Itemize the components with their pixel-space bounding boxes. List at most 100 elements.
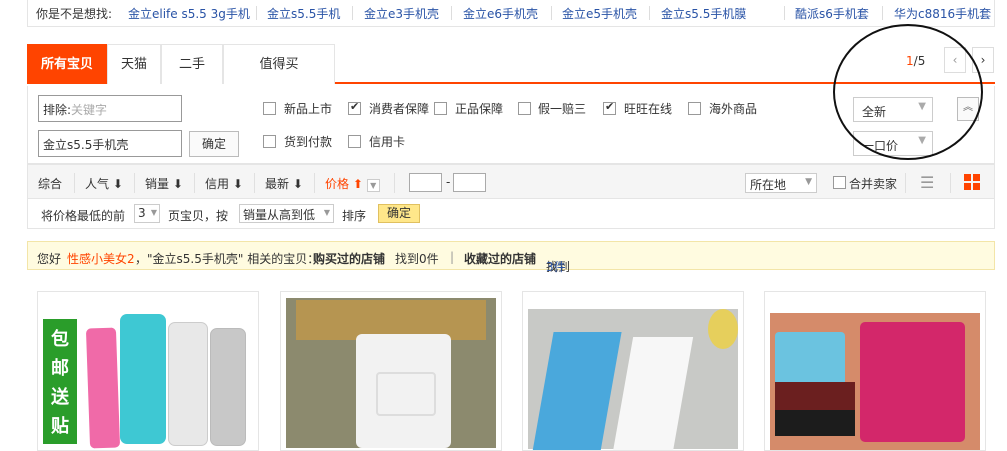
product-card[interactable] [522,291,744,451]
bought-shops-link[interactable]: 购买过的店铺 [313,250,385,267]
sort-sales-label: 销量 [145,177,170,191]
checkbox-merge-sellers[interactable] [833,176,846,189]
bought-shops-found: 找到0件 [395,252,439,266]
checkbox-label: 假一赔三 [538,102,587,116]
divider [784,6,785,20]
related-link[interactable]: 金立e3手机壳 [364,5,439,22]
checkbox-wangwang-online[interactable] [603,100,616,115]
related-link[interactable]: 华为c8816手机套 [894,5,991,22]
brown-case [775,382,855,412]
phone-case-pink [85,327,121,449]
confirm-button[interactable]: 确定 [189,131,239,157]
tab-worth-buying[interactable]: 值得买 [223,44,335,84]
sort-price-label: 价格 [325,177,350,191]
related-link[interactable]: 金立elife s5.5 3g手机 [128,5,250,22]
checkbox-label: 新品上市 [284,102,333,116]
tab-tmall[interactable]: 天猫 [107,44,161,84]
checkbox-consumer-protection[interactable] [348,100,361,115]
dropdown-arrow-icon: ▼ [323,208,330,217]
checkbox-label: 海外商品 [709,102,758,116]
location-select[interactable]: 所在地 ▼ [745,173,817,193]
sort-newest-label: 最新 [265,177,290,191]
related-link[interactable]: 金立e5手机壳 [562,5,637,22]
tab-secondhand[interactable]: 二手 [161,44,223,84]
search-query-input[interactable]: 金立s5.5手机壳 [38,130,182,157]
promo-banner: 包 邮 送 贴 [43,319,77,444]
product-card[interactable] [764,291,986,451]
price-sort-bar: 将价格最低的前 3 ▼ 页宝贝，按 销量从高到低 ▼ 排序 确定 [27,199,995,229]
dropdown-arrow-icon[interactable]: ▼ [366,179,380,192]
tab-all-items[interactable]: 所有宝贝 [27,44,107,84]
promo-char: 送 [51,387,69,408]
divider [254,173,255,193]
phone-case-gray [210,328,246,446]
page-count-value: 3 [138,206,146,220]
price-max-input[interactable] [453,173,486,192]
divider [905,173,906,193]
phone-case-white [168,322,208,446]
chevron-right-icon: › [980,53,986,67]
divider [451,6,452,20]
phone-case-teal [120,314,166,444]
checkbox-label: 货到付款 [284,135,333,149]
checkbox-cash-on-delivery[interactable] [263,135,276,148]
arrow-down-icon: ⬇ [112,177,123,191]
exclude-placeholder: 关键字 [71,103,108,117]
divider [194,173,195,193]
sort-sales[interactable]: 销量 ⬇ [145,175,183,192]
fav-shops-link[interactable]: 收藏过的店铺 [464,250,536,267]
notice-query: ，"金立s5.5手机壳" 相关的宝贝： [135,252,320,266]
dash: - [446,175,451,189]
related-link[interactable]: 金立s5.5手机 [267,5,340,22]
checkbox-label: 信用卡 [369,135,406,149]
checkbox-label: 正品保障 [455,102,504,116]
black-case [775,410,855,436]
notice-greeting: 您好 [37,252,62,266]
divider [649,6,650,20]
related-link[interactable]: 金立e6手机壳 [463,5,538,22]
sort-popularity[interactable]: 人气 ⬇ [85,175,123,192]
product-card[interactable] [280,291,502,451]
exclude-input[interactable]: 排除:关键字 [38,95,182,122]
exclude-label: 排除: [43,103,72,117]
pricebar-mid: 页宝贝，按 [168,209,229,223]
notice-username[interactable]: 性感小美女2 [67,250,135,267]
sort-newest[interactable]: 最新 ⬇ [265,175,303,192]
checkbox-fake-refund[interactable] [518,102,531,115]
divider [256,6,257,20]
dropdown-arrow-icon: ▼ [150,208,157,217]
sort-credit-label: 信用 [205,177,230,191]
divider [352,6,353,20]
location-value: 所在地 [750,178,787,192]
arrow-up-icon: ⬆ [352,177,363,191]
divider [314,173,315,193]
checkbox-overseas[interactable] [688,102,701,115]
page-count-select[interactable]: 3 ▼ [134,204,160,223]
order-select[interactable]: 销量从高到低 ▼ [239,204,334,223]
checkbox-credit-card[interactable] [348,135,361,148]
fav-found-count[interactable]: 3件 [546,258,566,275]
checkbox-label: 消费者保障 [369,102,430,116]
pricebar-suffix: 排序 [342,209,367,223]
promo-char: 贴 [51,416,69,437]
pricebar-confirm-button[interactable]: 确定 [378,204,420,223]
divider [551,6,552,20]
list-view-icon[interactable]: ☰ [920,173,934,192]
sort-price[interactable]: 价格 ⬆ ▼ [325,175,380,192]
grid-view-icon[interactable] [964,174,980,190]
sort-credit[interactable]: 信用 ⬇ [205,175,243,192]
related-link[interactable]: 金立s5.5手机膜 [661,5,746,22]
divider: | [450,250,455,264]
checkbox-authentic[interactable] [434,102,447,115]
sort-popularity-label: 人气 [85,177,110,191]
checkbox-new-arrivals[interactable] [263,102,276,115]
sort-default[interactable]: 综合 [38,175,62,192]
related-link[interactable]: 酷派s6手机套 [795,5,869,22]
divider [74,173,75,193]
merge-sellers-label: 合并卖家 [849,177,898,191]
related-search-bar: 你是不是想找: 金立elife s5.5 3g手机 金立s5.5手机 金立e3手… [27,0,995,27]
promo-char: 包 [51,329,69,350]
product-card[interactable]: 包 邮 送 贴 [37,291,259,451]
price-min-input[interactable] [409,173,442,192]
pricebar-prefix: 将价格最低的前 [41,209,126,223]
